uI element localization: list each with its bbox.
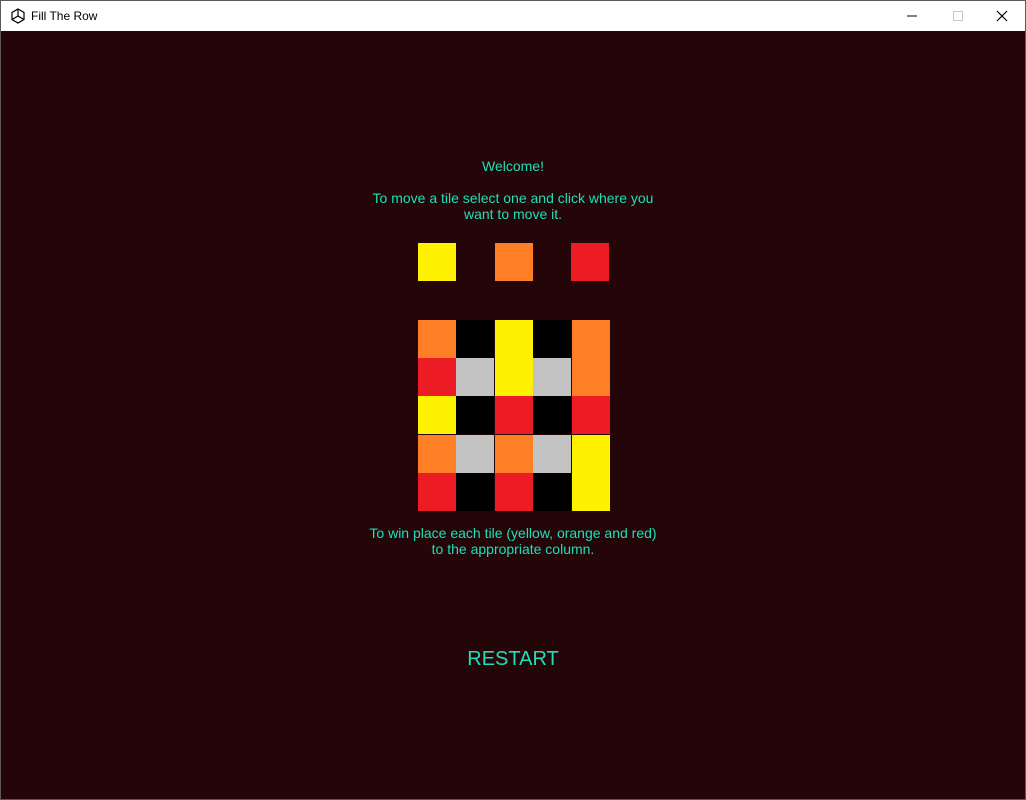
board-tile [456, 473, 494, 511]
board-tile[interactable] [418, 435, 456, 473]
board-tile[interactable] [533, 358, 571, 396]
game-area: Welcome! To move a tile select one and c… [1, 31, 1025, 799]
unity-icon [11, 8, 25, 24]
board-tile [533, 396, 571, 434]
close-button[interactable] [979, 1, 1025, 31]
board-tile[interactable] [572, 473, 610, 511]
game-window: Fill The Row Welcome! To move a tile sel… [0, 0, 1026, 800]
board-tile[interactable] [418, 320, 456, 358]
board-tile[interactable] [418, 396, 456, 434]
board-tile[interactable] [572, 320, 610, 358]
board-tile[interactable] [495, 396, 533, 434]
board-tile[interactable] [495, 435, 533, 473]
board-tile [456, 396, 494, 434]
close-icon [996, 10, 1008, 22]
welcome-text: Welcome! [482, 158, 544, 174]
board-tile[interactable] [418, 358, 456, 396]
board-tile[interactable] [418, 473, 456, 511]
board-tile[interactable] [572, 435, 610, 473]
board-tile[interactable] [456, 435, 494, 473]
target-tile-red[interactable] [571, 243, 609, 281]
window-title: Fill The Row [31, 9, 98, 23]
board-tile [533, 473, 571, 511]
instructions-text: To move a tile select one and click wher… [372, 190, 654, 222]
board-tile[interactable] [495, 473, 533, 511]
board-tile[interactable] [572, 358, 610, 396]
maximize-button[interactable] [935, 1, 981, 31]
minimize-icon [907, 15, 917, 17]
maximize-icon [953, 11, 963, 21]
board-tile[interactable] [495, 358, 533, 396]
target-tile-yellow[interactable] [418, 243, 456, 281]
restart-button[interactable]: RESTART [413, 645, 613, 673]
target-tile-orange[interactable] [495, 243, 533, 281]
minimize-button[interactable] [889, 1, 935, 31]
board-tile[interactable] [456, 358, 494, 396]
board-tile [456, 320, 494, 358]
title-bar: Fill The Row [1, 1, 1025, 31]
board-tile [533, 320, 571, 358]
board-tile[interactable] [495, 320, 533, 358]
win-condition-text: To win place each tile (yellow, orange a… [369, 525, 657, 557]
board-tile[interactable] [533, 435, 571, 473]
board-tile[interactable] [572, 396, 610, 434]
